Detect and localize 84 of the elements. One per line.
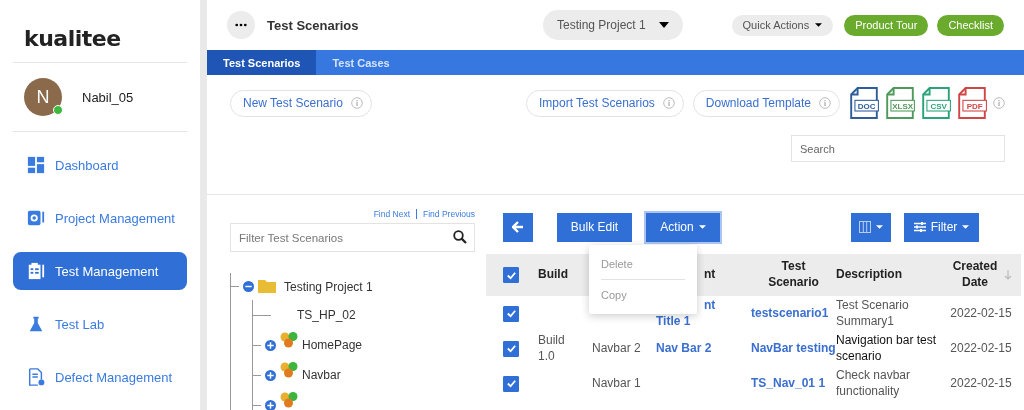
- action-button[interactable]: Action: [646, 212, 720, 242]
- arrow-left-icon: [512, 221, 524, 233]
- column-header[interactable]: Description: [836, 267, 902, 283]
- table-link[interactable]: NavBar testing: [751, 340, 836, 357]
- caret-icon: [659, 22, 669, 28]
- bulk-edit-button[interactable]: Bulk Edit: [557, 212, 632, 242]
- table-link[interactable]: Nav Bar 2: [656, 340, 712, 357]
- action-button[interactable]: Import Test Scenarios: [526, 89, 684, 117]
- column-header[interactable]: Build: [538, 267, 568, 283]
- user-name: Nabil_05: [82, 89, 134, 105]
- action-button[interactable]: Download Template: [692, 89, 840, 117]
- filter-field[interactable]: Filter Test Scenarios: [230, 223, 475, 252]
- sidebar-item[interactable]: Test Management: [13, 252, 187, 290]
- info-icon: [993, 97, 1005, 109]
- tab[interactable]: Test Scenarios: [207, 50, 317, 75]
- info-icon: [819, 97, 831, 109]
- checkmark-icon: [505, 308, 517, 319]
- info-icon: [350, 97, 363, 109]
- caret-icon: [815, 23, 823, 27]
- table-cell: 2022-02-15: [950, 375, 1012, 392]
- hexagons-icon: [280, 362, 298, 378]
- dots-icon: [235, 23, 247, 27]
- grid-icon: [27, 156, 45, 174]
- search-icon: [453, 230, 467, 244]
- select-all-checkbox[interactable]: [503, 267, 519, 283]
- project-dropdown[interactable]: Testing Project 1: [543, 10, 683, 40]
- row-checkbox[interactable]: [503, 375, 519, 392]
- folder-icon: [258, 278, 276, 293]
- row-checkbox[interactable]: [503, 340, 519, 357]
- expand-icon[interactable]: [265, 369, 276, 381]
- search-field[interactable]: Search: [791, 135, 1005, 162]
- columns-icon: [859, 221, 871, 233]
- table-cell: Navbar 2: [592, 340, 641, 357]
- tab[interactable]: Test Cases: [316, 50, 406, 75]
- table-cell: 2022-02-15: [950, 305, 1012, 322]
- find-link[interactable]: Find Previous: [423, 209, 475, 219]
- user-avatar: N: [24, 78, 62, 116]
- column-header[interactable]: Created Date: [950, 259, 1000, 291]
- caret-icon: [876, 225, 883, 229]
- tree-item[interactable]: Navbar: [302, 368, 341, 382]
- table-cell-text: Test Scenario Summary1: [836, 297, 910, 330]
- sidebar-item[interactable]: Project Management: [13, 199, 187, 237]
- tree-item[interactable]: Testing Project 1: [284, 279, 373, 294]
- info-icon: [662, 97, 675, 109]
- sidebar-item[interactable]: Defect Management: [13, 358, 187, 396]
- gear-document-icon: [27, 209, 45, 227]
- table-cell: Navbar 1: [592, 375, 641, 392]
- dropdown-button[interactable]: Quick Actions: [731, 14, 834, 36]
- hexagons-icon: [280, 332, 298, 348]
- collapse-icon[interactable]: [243, 281, 254, 292]
- hexagons-icon: [280, 392, 298, 408]
- row-checkbox[interactable]: [503, 305, 519, 322]
- table-cell: 2022-02-15: [950, 340, 1012, 357]
- expand-icon[interactable]: [265, 339, 276, 351]
- table-cell-text: Navigation bar test scenario: [836, 332, 938, 365]
- flask-icon: [27, 315, 45, 333]
- caret-icon: [962, 225, 970, 229]
- checkmark-icon: [505, 269, 517, 281]
- find-link[interactable]: Find Next: [373, 209, 411, 219]
- filter-button[interactable]: Filter: [904, 212, 979, 242]
- table-cell-text: Build 1.0: [538, 332, 566, 365]
- page-title: Test Scenarios: [267, 17, 360, 33]
- logo: kualitee: [13, 0, 187, 63]
- scrollbar[interactable]: [200, 0, 207, 410]
- table-cell-text: Check navbar functionality: [836, 367, 912, 400]
- sliders-icon: [913, 222, 926, 232]
- caret-icon: [698, 225, 706, 229]
- header-button[interactable]: Product Tour: [844, 14, 929, 36]
- column-header[interactable]: Test Scenario: [763, 259, 824, 291]
- tree-item[interactable]: HomePage: [302, 338, 363, 352]
- tree-item[interactable]: TS_HP_02: [297, 308, 356, 322]
- header-button[interactable]: Checklist: [937, 14, 1004, 36]
- checkmark-icon: [505, 343, 517, 354]
- checkmark-icon: [505, 378, 517, 389]
- sidebar-item[interactable]: Dashboard: [13, 146, 187, 184]
- table-link[interactable]: Title 1: [656, 313, 691, 330]
- table-link[interactable]: TS_Nav_01 1: [751, 375, 826, 392]
- table-link[interactable]: testscenario1: [751, 305, 829, 322]
- columns-button[interactable]: [851, 212, 891, 242]
- expand-icon[interactable]: [265, 399, 276, 410]
- action-button[interactable]: New Test Scenario: [230, 89, 372, 117]
- sidebar-item[interactable]: Test Lab: [13, 305, 187, 343]
- back-button[interactable]: [503, 212, 533, 242]
- clipboard-icon: [27, 262, 45, 280]
